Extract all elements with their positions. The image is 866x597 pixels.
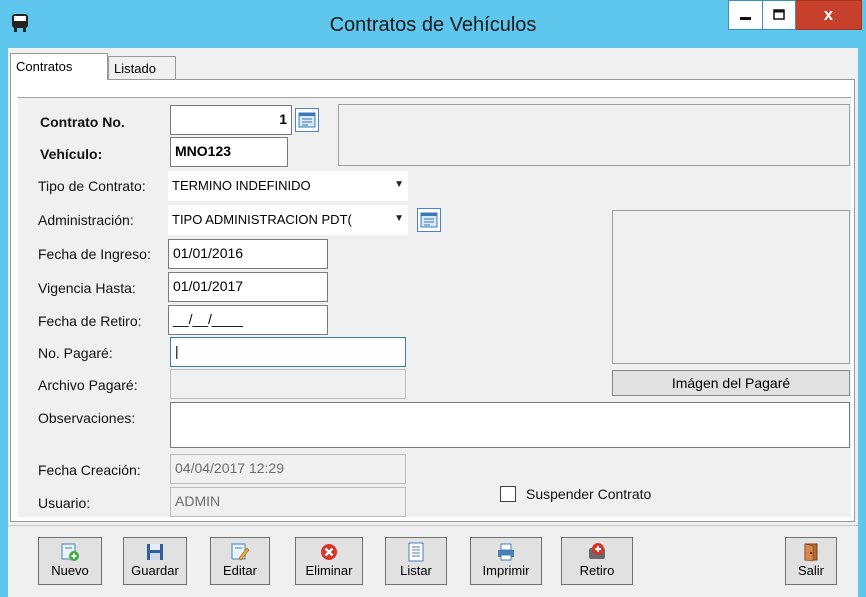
vehiculo-field[interactable]: MNO123 [170, 137, 288, 167]
administracion-select[interactable]: TIPO ADMINISTRACION PDT( ▼ [168, 205, 408, 235]
contrato-label: Contrato No. [40, 114, 125, 130]
usuario-label: Usuario: [38, 495, 91, 511]
pagare-field[interactable]: | [170, 337, 406, 367]
retiro-button[interactable]: Retiro [561, 537, 633, 585]
edit-icon [231, 543, 250, 561]
fecha-ingreso-field[interactable]: 01/01/2016 [168, 239, 328, 269]
exit-icon [804, 543, 818, 562]
close-button[interactable]: x [796, 0, 862, 30]
print-icon [498, 543, 514, 561]
administracion-value: TIPO ADMINISTRACION PDT( [172, 212, 352, 227]
vehiculo-label: Vehículo: [40, 146, 103, 162]
nuevo-label: Nuevo [51, 563, 89, 578]
suspender-label[interactable]: Suspender Contrato [526, 486, 651, 502]
salir-label: Salir [797, 563, 824, 578]
suspender-checkbox[interactable] [500, 486, 516, 502]
listar-label: Listar [400, 563, 432, 578]
maximize-button[interactable] [762, 0, 796, 30]
maximize-icon [773, 9, 785, 20]
list-icon [408, 542, 424, 562]
close-icon: x [823, 5, 834, 24]
vehicle-info-panel [338, 104, 850, 166]
eliminar-button[interactable]: Eliminar [295, 537, 363, 585]
imagen-pagare-button[interactable]: Imágen del Pagaré [612, 370, 850, 396]
save-icon [147, 544, 163, 560]
vigencia-hasta-field[interactable]: 01/01/2017 [168, 272, 328, 302]
observaciones-field[interactable] [170, 402, 850, 448]
delete-icon [321, 544, 337, 560]
fecha-creacion-label: Fecha Creación: [38, 462, 141, 478]
archivo-pagare-field[interactable] [170, 369, 406, 399]
observaciones-label: Observaciones: [38, 410, 136, 426]
editar-button[interactable]: Editar [210, 537, 270, 585]
salir-button[interactable]: Salir [785, 537, 837, 585]
fecha-retiro-field[interactable]: __/__/____ [168, 305, 328, 335]
retire-icon [589, 543, 605, 559]
new-icon [61, 543, 79, 561]
nuevo-button[interactable]: Nuevo [38, 537, 102, 585]
administracion-label: Administración: [38, 212, 134, 228]
editar-label: Editar [223, 563, 257, 578]
imprimir-button[interactable]: Imprimir [470, 537, 542, 585]
archivo-pagare-label: Archivo Pagaré: [38, 377, 138, 393]
guardar-button[interactable]: Guardar [123, 537, 187, 585]
tipo-contrato-label: Tipo de Contrato: [38, 178, 146, 194]
minimize-button[interactable] [728, 0, 762, 30]
dropdown-arrow-icon: ▼ [394, 179, 404, 190]
dropdown-arrow-icon: ▼ [394, 213, 404, 224]
administracion-lookup-button[interactable] [417, 208, 441, 232]
retiro-label: Retiro [579, 563, 615, 578]
minimize-icon [739, 17, 751, 20]
contrato-number-field[interactable]: 1 [170, 105, 292, 135]
tab-contratos[interactable]: Contratos [10, 53, 108, 80]
tab-listado[interactable]: Listado [108, 56, 176, 80]
fecha-retiro-label: Fecha de Retiro: [38, 313, 142, 329]
listar-button[interactable]: Listar [385, 537, 447, 585]
tipo-contrato-value: TERMINO INDEFINIDO [172, 178, 311, 193]
usuario-field: ADMIN [170, 487, 406, 517]
tipo-contrato-select[interactable]: TERMINO INDEFINIDO ▼ [168, 171, 408, 201]
title-bar[interactable]: Contratos de Vehículos x [0, 0, 866, 48]
lookup-icon [420, 212, 438, 228]
pagare-image-panel [612, 210, 850, 364]
fecha-ingreso-label: Fecha de Ingreso: [38, 246, 151, 262]
guardar-label: Guardar [131, 563, 179, 578]
fecha-creacion-field: 04/04/2017 12:29 [170, 454, 406, 484]
vigencia-hasta-label: Vigencia Hasta: [38, 280, 136, 296]
eliminar-label: Eliminar [305, 563, 353, 578]
contrato-lookup-button[interactable] [295, 108, 319, 132]
lookup-icon [298, 112, 316, 128]
pagare-label: No. Pagaré: [38, 345, 113, 361]
imprimir-label: Imprimir [482, 563, 530, 578]
